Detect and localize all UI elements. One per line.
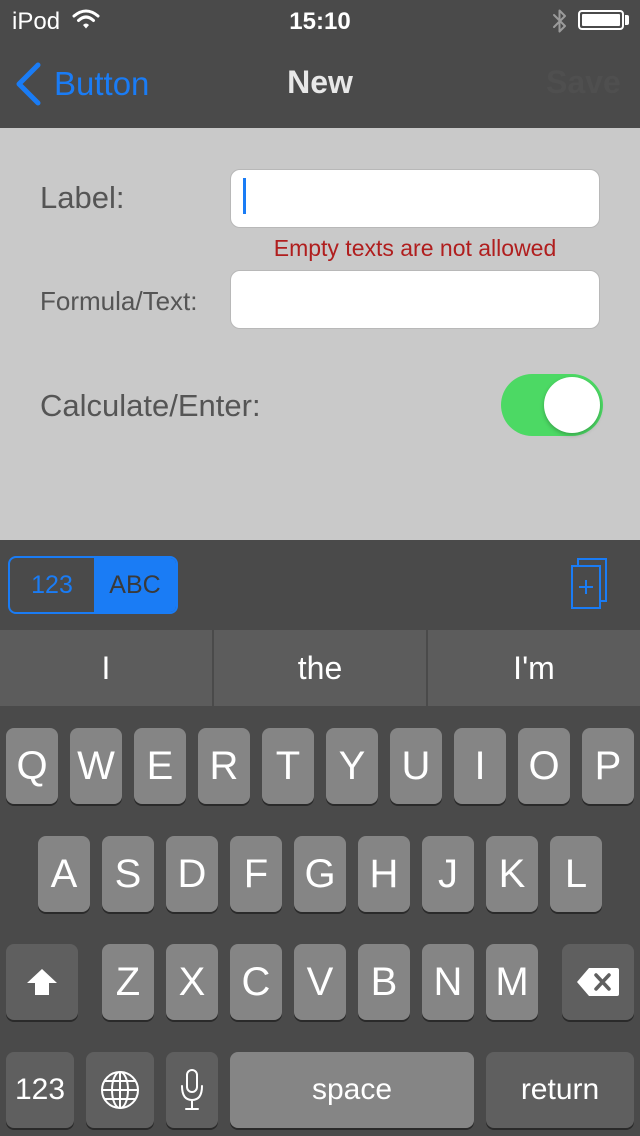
key-d[interactable]: D [166, 836, 218, 912]
key-v[interactable]: V [294, 944, 346, 1020]
formula-caption: Formula/Text: [40, 286, 198, 316]
key-q[interactable]: Q [6, 728, 58, 804]
bluetooth-icon [553, 9, 566, 33]
globe-icon [101, 1071, 139, 1109]
backspace-icon [577, 968, 619, 996]
prediction-item[interactable]: I [0, 630, 212, 706]
dictation-key[interactable] [166, 1052, 218, 1128]
calculate-caption: Calculate/Enter: [40, 388, 261, 423]
key-u[interactable]: U [390, 728, 442, 804]
key-l[interactable]: L [550, 836, 602, 912]
return-key[interactable]: return [486, 1052, 634, 1128]
key-f[interactable]: F [230, 836, 282, 912]
key-o[interactable]: O [518, 728, 570, 804]
numbers-key[interactable]: 123 [6, 1052, 74, 1128]
error-message: Empty texts are not allowed [273, 235, 557, 261]
prediction-bar: I the I'm [0, 630, 640, 706]
prediction-item[interactable]: the [212, 630, 426, 706]
key-b[interactable]: B [358, 944, 410, 1020]
toggle-knob [544, 377, 600, 433]
key-z[interactable]: Z [102, 944, 154, 1020]
globe-key[interactable] [86, 1052, 154, 1128]
key-m[interactable]: M [486, 944, 538, 1020]
space-key[interactable]: space [230, 1052, 474, 1128]
key-n[interactable]: N [422, 944, 474, 1020]
pages-icon[interactable] [568, 556, 612, 614]
key-a[interactable]: A [38, 836, 90, 912]
nav-title: New [287, 64, 353, 100]
segment-numeric[interactable]: 123 [10, 558, 94, 612]
key-i[interactable]: I [454, 728, 506, 804]
key-y[interactable]: Y [326, 728, 378, 804]
clock-label: 15:10 [289, 8, 351, 35]
battery-nub [625, 15, 629, 25]
key-s[interactable]: S [102, 836, 154, 912]
label-input[interactable] [230, 169, 600, 228]
key-c[interactable]: C [230, 944, 282, 1020]
key-p[interactable]: P [582, 728, 634, 804]
label-caption: Label: [40, 180, 125, 215]
segment-alpha[interactable]: ABC [94, 558, 176, 612]
save-button[interactable]: Save [546, 64, 621, 101]
shift-icon [27, 969, 57, 995]
shift-key[interactable] [6, 944, 78, 1020]
prediction-item[interactable]: I'm [426, 630, 640, 706]
key-g[interactable]: G [294, 836, 346, 912]
key-j[interactable]: J [422, 836, 474, 912]
key-e[interactable]: E [134, 728, 186, 804]
battery-icon [578, 10, 624, 30]
text-caret [243, 178, 246, 214]
backspace-key[interactable] [562, 944, 634, 1020]
key-t[interactable]: T [262, 728, 314, 804]
input-mode-segmented-control: 123 ABC [8, 556, 178, 614]
key-k[interactable]: K [486, 836, 538, 912]
formula-input[interactable] [230, 270, 600, 329]
key-w[interactable]: W [70, 728, 122, 804]
mic-icon [181, 1069, 203, 1110]
key-h[interactable]: H [358, 836, 410, 912]
key-x[interactable]: X [166, 944, 218, 1020]
key-r[interactable]: R [198, 728, 250, 804]
